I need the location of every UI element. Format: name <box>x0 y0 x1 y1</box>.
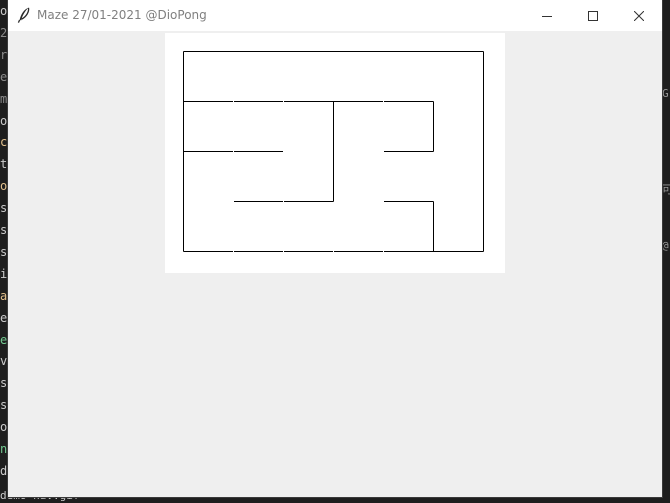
close-button[interactable] <box>616 0 662 31</box>
maze-walls <box>183 51 484 252</box>
maze-window: Maze 27/01-2021 @DioPong <box>8 0 662 497</box>
minimize-button[interactable] <box>524 0 570 31</box>
maximize-button[interactable] <box>570 0 616 31</box>
maze-canvas <box>165 33 505 273</box>
title-bar[interactable]: Maze 27/01-2021 @DioPong <box>8 0 662 31</box>
close-icon <box>633 6 645 25</box>
maze-drawing <box>183 51 484 252</box>
window-title: Maze 27/01-2021 @DioPong <box>37 8 207 22</box>
background-glyph: G <box>662 88 669 100</box>
background-glyph: 可 <box>662 184 670 196</box>
minimize-icon <box>542 6 552 25</box>
feather-icon <box>17 7 31 23</box>
maximize-icon <box>588 6 598 25</box>
background-glyph: @ <box>662 240 669 252</box>
